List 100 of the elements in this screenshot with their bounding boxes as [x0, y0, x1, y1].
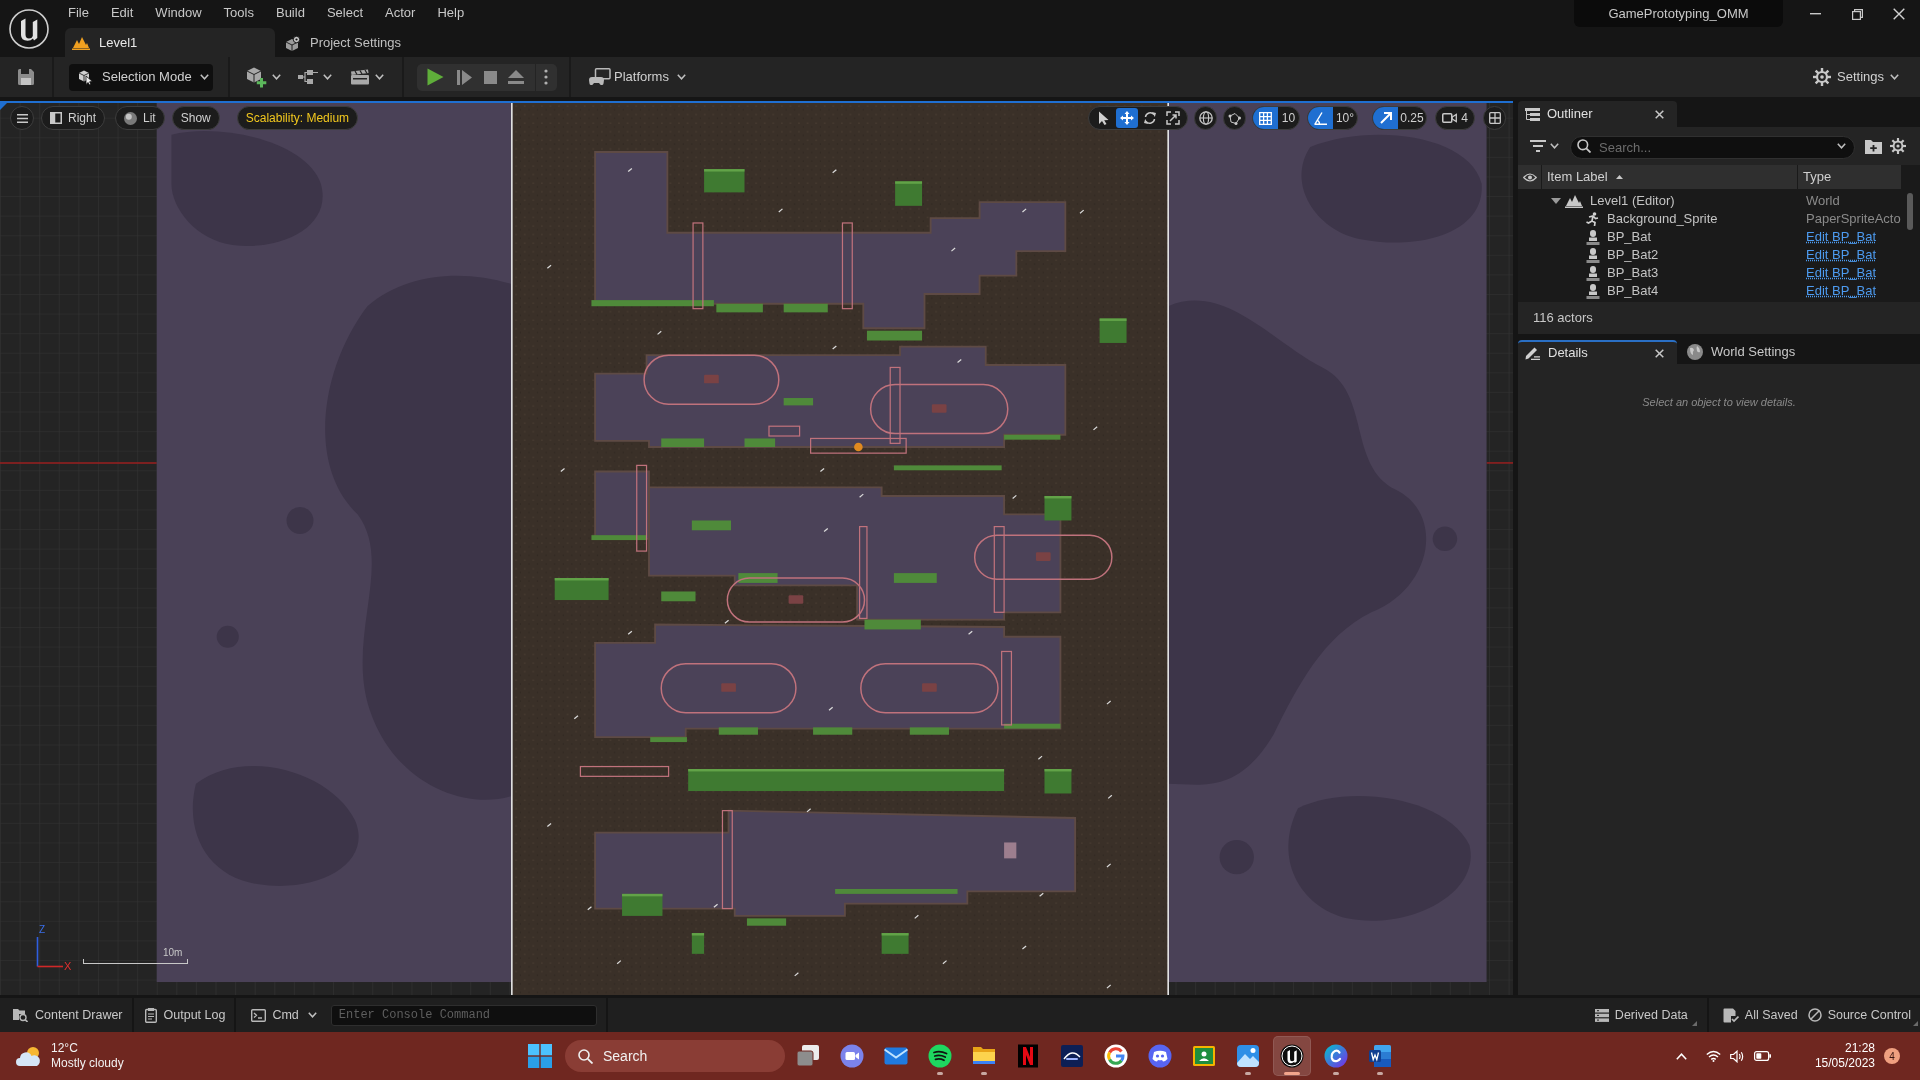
menu-item[interactable]: Build [264, 5, 316, 19]
clock[interactable]: 21:28 15/05/2023 [1814, 1041, 1875, 1071]
document-tab[interactable]: Level1 [65, 28, 275, 57]
menu-item[interactable]: Tools [212, 5, 265, 19]
frame-skip-icon[interactable] [457, 69, 472, 85]
battery-icon[interactable] [1753, 1051, 1771, 1061]
grass-ledge [738, 573, 778, 583]
outliner-item[interactable]: BP_Bat3 [1607, 263, 1659, 283]
view-option-button[interactable]: Right [41, 106, 105, 130]
taskbar-search-field[interactable]: Search [565, 1040, 785, 1072]
restore-icon[interactable] [1851, 8, 1863, 20]
close-icon[interactable] [1655, 109, 1664, 119]
menu-item[interactable]: File [57, 5, 100, 19]
edit-blueprint-link[interactable]: Edit BP_Bat [1806, 281, 1877, 301]
rotation-snap-button[interactable]: 10° [1307, 106, 1358, 130]
engine-logo-icon [1280, 1044, 1304, 1068]
globe-icon [1687, 344, 1703, 360]
status-button[interactable]: Derived Data [1594, 1002, 1688, 1028]
settings-dropdown[interactable]: Settings [1813, 64, 1899, 90]
eject-icon[interactable] [508, 70, 524, 84]
grass-ledge [864, 619, 921, 630]
menu-item[interactable]: Select [315, 5, 375, 19]
taskbar-app-button[interactable] [1273, 1036, 1311, 1076]
sparkle-icon [1106, 984, 1112, 989]
chevron-down-icon[interactable] [1837, 143, 1846, 149]
close-icon[interactable] [1655, 348, 1664, 358]
weather-temperature[interactable]: 12°C [51, 1041, 124, 1056]
weather-condition[interactable]: Mostly cloudy [51, 1056, 124, 1071]
scale-snap-button[interactable]: 0.25 [1372, 106, 1427, 130]
eye-icon[interactable] [1522, 172, 1537, 182]
status-button[interactable]: Output Log [141, 1002, 229, 1028]
corner-triangle-icon [0, 103, 7, 110]
gamepad-icon [589, 68, 611, 86]
status-button[interactable]: All Saved [1722, 1002, 1798, 1028]
status-button[interactable]: Source Control [1807, 1002, 1911, 1028]
list-icon [1525, 107, 1540, 121]
outliner-item[interactable]: BP_Bat4 [1607, 281, 1659, 301]
controller-face-icon [1148, 1044, 1172, 1068]
outliner-item[interactable]: Level1 (Editor) [1590, 191, 1675, 211]
document-tab[interactable]: Project Settings [283, 28, 410, 57]
move-tool-button[interactable] [1115, 108, 1138, 128]
folder-plus-icon[interactable] [1865, 138, 1882, 154]
grass-block [622, 893, 663, 916]
outliner-item[interactable]: BP_Bat2 [1607, 245, 1659, 265]
cmd-dropdown[interactable]: Cmd [251, 1002, 317, 1028]
volume-icon[interactable] [1729, 1049, 1744, 1063]
more-options-icon[interactable] [544, 69, 548, 85]
outliner-item[interactable]: BP_Bat [1607, 227, 1652, 247]
sparkle-icon [1106, 700, 1112, 705]
grid-snap-button[interactable]: 10 [1252, 106, 1300, 130]
mode-dropdown[interactable]: Selection Mode [69, 63, 213, 91]
stop-icon[interactable] [484, 70, 497, 84]
menu-item[interactable]: Window [144, 5, 213, 19]
wifi-icon[interactable] [1705, 1050, 1721, 1062]
menu-item[interactable]: Help [426, 5, 476, 19]
column-header[interactable]: Item Label [1547, 167, 1608, 187]
floppy-check-icon [1722, 1007, 1739, 1023]
camera-speed-button[interactable]: 4 [1435, 106, 1475, 130]
search-field[interactable]: Search... [1570, 135, 1855, 159]
console-input[interactable]: Enter Console Command [330, 1004, 597, 1026]
scrollbar[interactable] [1907, 193, 1913, 230]
close-icon[interactable] [1893, 8, 1905, 20]
level-viewport[interactable]: Right Lit Show Scalability: Medium 10 10° 0.25 4 Z X 10m [0, 101, 1513, 995]
cloud-sun-icon[interactable] [16, 1045, 43, 1067]
platforms-dropdown[interactable]: Platforms [589, 64, 686, 90]
engine-logo-icon[interactable] [8, 8, 49, 49]
search-icon [1577, 139, 1591, 153]
half-square-icon [50, 112, 62, 124]
menu-item[interactable]: Actor [374, 5, 427, 19]
outliner-tab[interactable]: Outliner [1518, 101, 1677, 127]
filter-dropdown[interactable] [1530, 140, 1559, 152]
sparkle-icon [942, 960, 948, 965]
caret-down-icon[interactable] [1551, 198, 1561, 204]
sparkle-icon [587, 906, 593, 911]
windows-logo-icon[interactable] [528, 1044, 552, 1068]
snap-toggle[interactable] [1373, 107, 1398, 129]
grass-ledge [893, 573, 937, 583]
edit-blueprint-link[interactable]: Edit BP_Bat [1806, 227, 1877, 247]
snap-toggle[interactable] [1308, 107, 1333, 129]
outliner-item[interactable]: Background_Sprite [1607, 209, 1718, 229]
snap-toggle[interactable] [1253, 107, 1278, 129]
minimize-icon[interactable] [1809, 13, 1821, 15]
play-icon[interactable] [427, 68, 444, 86]
details-tab[interactable]: Details [1518, 340, 1677, 364]
view-option-button[interactable]: Lit [115, 106, 165, 130]
sparkle-icon [859, 493, 864, 498]
status-button[interactable]: Content Drawer [10, 1002, 126, 1028]
view-option-button[interactable]: Show [171, 106, 220, 130]
sound-waves-circle-icon [928, 1044, 952, 1068]
resize-grip-icon [1691, 1021, 1697, 1026]
menu-item[interactable]: Edit [99, 5, 145, 19]
edit-blueprint-link[interactable]: Edit BP_Bat [1806, 245, 1877, 265]
details-tab[interactable]: World Settings [1685, 340, 1796, 364]
chevron-down-icon [323, 74, 332, 80]
sparkle-icon [1021, 208, 1027, 213]
notification-badge[interactable]: 4 [1884, 1048, 1900, 1064]
view-option-button[interactable]: Scalability: Medium [236, 106, 359, 130]
gear-icon[interactable] [1890, 138, 1906, 154]
edit-blueprint-link[interactable]: Edit BP_Bat [1806, 263, 1877, 283]
chevron-up-icon[interactable] [1675, 1052, 1687, 1060]
